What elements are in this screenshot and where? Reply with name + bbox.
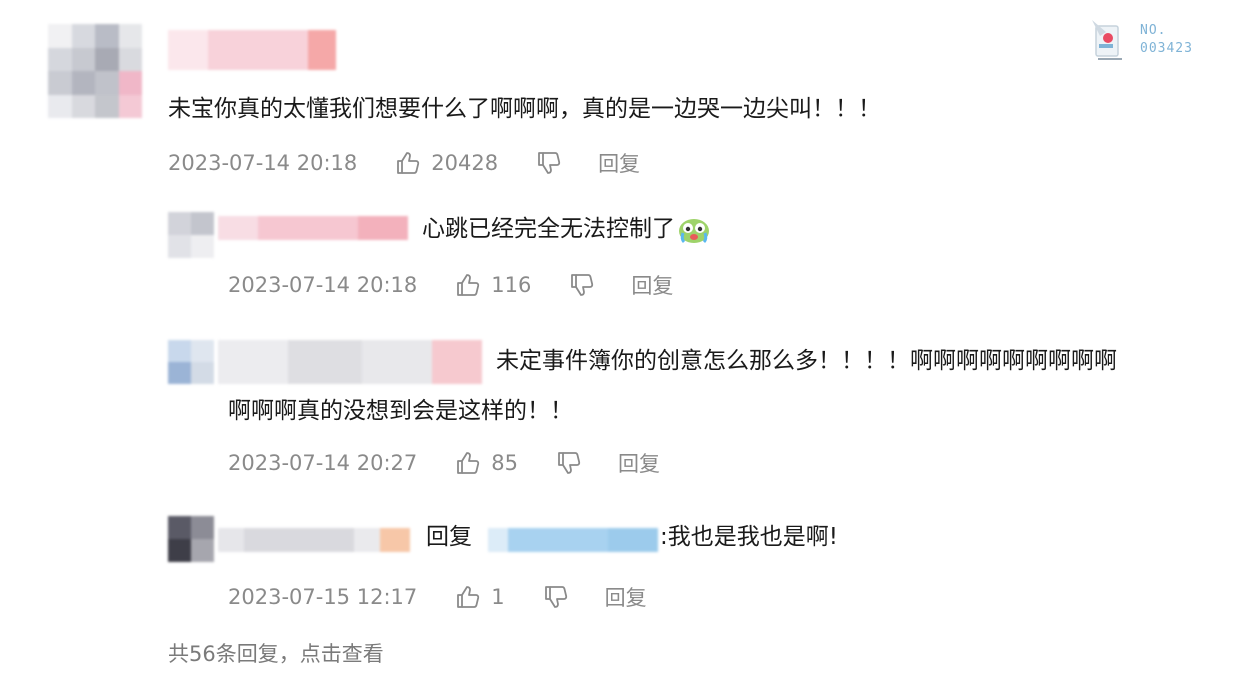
like-count: 20428 <box>431 151 499 175</box>
thumbs-down-icon[interactable] <box>556 450 582 476</box>
view-more-replies-link[interactable]: 共56条回复，点击查看 <box>168 638 384 668</box>
avatar[interactable] <box>48 24 142 118</box>
reply-text-line-2: 啊啊啊真的没想到会是这样的！！ <box>228 398 573 424</box>
comment-timestamp: 2023-07-14 20:18 <box>168 151 358 175</box>
watermark-line-1: NO. <box>1140 23 1167 38</box>
watermark <box>1086 14 1132 68</box>
watermark-logo-icon <box>1092 20 1122 60</box>
thumbs-up-icon[interactable] <box>455 272 481 298</box>
mention-username[interactable] <box>488 528 658 552</box>
like-count: 1 <box>491 585 505 609</box>
reply-username[interactable] <box>218 340 482 384</box>
thumbs-down-icon[interactable] <box>543 584 569 610</box>
thumbs-up-icon[interactable] <box>455 450 481 476</box>
reply-meta: 2023-07-14 20:18 116 回复 <box>228 270 673 300</box>
reply-timestamp: 2023-07-14 20:18 <box>228 273 418 297</box>
reply-timestamp: 2023-07-14 20:27 <box>228 451 418 475</box>
reply-timestamp: 2023-07-15 12:17 <box>228 585 418 609</box>
reply-username[interactable] <box>218 216 408 240</box>
reply-text: 心跳已经完全无法控制了 <box>422 214 711 245</box>
reply-meta: 2023-07-15 12:17 1 回复 <box>228 582 647 612</box>
reply-prefix: 回复 <box>426 524 472 550</box>
watermark-number: NO. 003423 <box>1140 22 1193 58</box>
reply-button[interactable]: 回复 <box>618 448 660 478</box>
crying-face-emoji <box>679 218 709 243</box>
reply-text-content: 心跳已经完全无法控制了 <box>422 216 675 242</box>
username[interactable] <box>168 30 336 70</box>
like-count: 85 <box>491 451 518 475</box>
reply-button[interactable]: 回复 <box>605 582 647 612</box>
thumbs-up-icon[interactable] <box>455 584 481 610</box>
reply-button[interactable]: 回复 <box>631 270 673 300</box>
watermark-line-2: 003423 <box>1140 41 1193 56</box>
reply-meta: 2023-07-14 20:27 85 回复 <box>228 448 660 478</box>
reply-avatar[interactable] <box>168 212 214 258</box>
thumbs-down-icon[interactable] <box>569 272 595 298</box>
thumbs-down-icon[interactable] <box>536 150 562 176</box>
thumbs-up-icon[interactable] <box>395 150 421 176</box>
like-count: 116 <box>491 273 532 297</box>
reply-button[interactable]: 回复 <box>598 148 640 178</box>
reply-avatar[interactable] <box>168 516 214 562</box>
reply-avatar[interactable] <box>168 340 214 384</box>
reply-username[interactable] <box>218 528 410 552</box>
comment-meta: 2023-07-14 20:18 20428 回复 <box>168 148 640 178</box>
comment-text: 未宝你真的太懂我们想要什么了啊啊啊，真的是一边哭一边尖叫！！！ <box>168 96 881 122</box>
reply-text-line-1: 未定事件簿你的创意怎么那么多！！！！啊啊啊啊啊啊啊啊啊 <box>496 348 1117 374</box>
reply-text: :我也是我也是啊! <box>660 524 838 550</box>
